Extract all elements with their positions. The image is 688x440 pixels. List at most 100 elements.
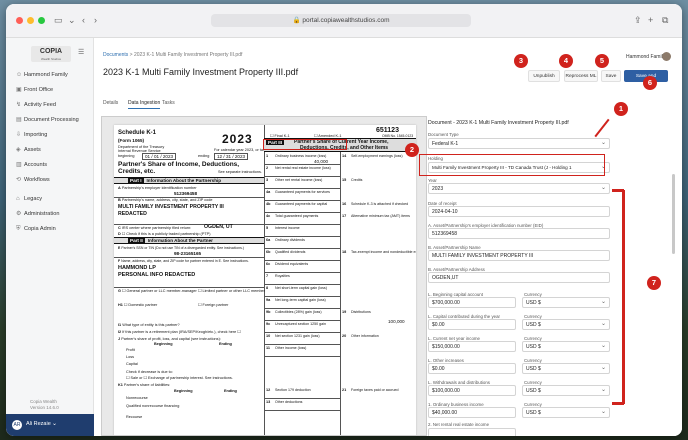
part3-row-number: 16 [342, 202, 347, 206]
users-icon: ☺ [16, 72, 23, 78]
user-name: Ali Rezaie [26, 421, 51, 427]
holding-highlight-box [419, 154, 605, 176]
doc-type-select[interactable]: Federal K-1 [428, 138, 610, 149]
sidebar-item-label: Workflows [24, 177, 50, 183]
year-select[interactable]: 2023 [428, 183, 610, 194]
part3-row-label: Unrecaptured section 1250 gain [275, 322, 326, 326]
page-title: 2023 K-1 Multi Family Investment Propert… [103, 67, 299, 77]
sidebar-item-document-processing[interactable]: ▤ Document Processing [16, 115, 79, 126]
ein-input[interactable]: 512369458 [428, 228, 610, 239]
part3-row-label: Ordinary dividends [275, 238, 305, 242]
j-beginning: Beginning [154, 342, 173, 346]
k1-title-2: Credits, etc. [118, 168, 156, 175]
partnership-redacted: REDACTED [118, 211, 147, 217]
tab-tasks[interactable]: Tasks [162, 100, 175, 106]
part3-row-number: 5 [266, 226, 269, 230]
import-icon: ⇩ [16, 132, 22, 138]
line-d-label: Check if this is a publicly traded partn… [126, 232, 211, 236]
part3-row-number: 2 [266, 166, 269, 170]
j-sale-label: Sale or [130, 376, 143, 380]
sidebar-item-activity-feed[interactable]: ↯ Activity Feed [16, 100, 56, 111]
logo-text: COPIA [39, 48, 63, 55]
part3-row-number: 19 [342, 310, 347, 314]
j-decrease: Check if decrease is due to: [126, 370, 173, 374]
breadcrumb-documents[interactable]: Documents [103, 52, 128, 58]
sidebar-item-copia-admin[interactable]: ⛨ Copia Admin [16, 224, 56, 235]
marker-2: 2 [405, 143, 419, 157]
part3-row-label: Net rental real estate income (loss) [275, 166, 331, 170]
part3-row-label: Dividend equivalents [275, 262, 309, 266]
sidebar-item-front-office[interactable]: ▣ Front Office [16, 85, 53, 96]
line-a-label: Partnership's employer identification nu… [121, 186, 197, 190]
k1-form: (Form 1065) [118, 138, 145, 143]
amount-input[interactable]: $0.00 [428, 363, 516, 374]
unpublish-button[interactable]: Unpublish [528, 70, 560, 82]
partnership-name-input[interactable]: MULTI FAMILY INVESTMENT PROPERTY III [428, 250, 610, 261]
forward-icon[interactable]: › [94, 15, 97, 25]
save-button[interactable]: Save [601, 70, 621, 82]
amount-input[interactable]: $150,000.00 [428, 341, 516, 352]
avatar[interactable] [662, 52, 671, 61]
part3-row-number: 18 [342, 250, 347, 254]
tab-data-ingestion[interactable]: Data Ingestion [128, 100, 161, 109]
part3-row-number: 3 [266, 178, 269, 182]
sidebar-item-label: Hammond Family [24, 72, 68, 78]
currency-select[interactable]: USD $ [522, 407, 610, 418]
reprocess-ml-button[interactable]: Reprocess ML [564, 70, 598, 82]
part3-row-label: Net short-term capital gain (loss) [275, 286, 327, 290]
part3-row-label: Net section 1231 gain (loss) [275, 334, 320, 338]
currency-select[interactable]: USD $ [522, 385, 610, 396]
sidebar-item-label: Administration [24, 211, 60, 217]
sidebar-item-legacy[interactable]: ⌂ Legacy [16, 194, 42, 205]
amount-input[interactable]: $700,000.00 [428, 297, 516, 308]
tabs-overview-icon[interactable]: ⧉ [662, 15, 668, 25]
line-i2: I2 If this partner is a retirement plan … [118, 330, 241, 334]
date-input[interactable]: 2024-04-10 [428, 206, 610, 217]
user-menu[interactable]: AR Ali Rezaie ⌄ [6, 414, 94, 436]
line-h2-label: Foreign partner [202, 303, 229, 307]
sidebar-item-administration[interactable]: ⚙ Administration [16, 209, 59, 220]
sidebar-item-importing[interactable]: ⇩ Importing [16, 130, 47, 141]
sidebar-item-workflows[interactable]: ⟲ Workflows [16, 175, 50, 186]
sidebar-item-label: Activity Feed [24, 102, 57, 108]
k-nonrecourse: Nonrecourse [126, 396, 148, 400]
sidebar-item-hammond-family[interactable]: ☺ Hammond Family [16, 70, 68, 81]
address-bar[interactable]: 🔒 portal.copiawealthstudios.com [211, 14, 471, 27]
currency-select[interactable]: USD $ [522, 341, 610, 352]
menu-icon[interactable]: ☰ [78, 48, 84, 58]
part3-row-value: 100,000 [388, 319, 405, 324]
currency-select[interactable]: USD $ [522, 297, 610, 308]
amount-input[interactable]: $0.00 [428, 319, 516, 330]
part3-row-label: Collectibles (28%) gain (loss) [275, 310, 322, 314]
close-window-button[interactable] [16, 17, 23, 24]
sidebar-item-assets[interactable]: ◈ Assets [16, 145, 41, 156]
pdf-viewer[interactable]: Schedule K-1 (Form 1065) Department of t… [101, 116, 427, 436]
part1-title: Information About the Partnership [146, 178, 222, 183]
currency-select[interactable]: USD $ [522, 363, 610, 374]
share-icon[interactable]: ⇪ [634, 15, 642, 25]
zoom-window-button[interactable] [38, 17, 45, 24]
sidebar-item-accounts[interactable]: ▥ Accounts [16, 160, 47, 171]
tab-details[interactable]: Details [103, 100, 118, 106]
line-b-label: Partnership's name, address, city, state… [121, 198, 213, 202]
net-rental-input[interactable] [428, 428, 516, 436]
sidebar-toggle-icon[interactable]: ▭ [54, 15, 63, 25]
assets-icon: ◈ [16, 147, 21, 153]
part3-row-number: 17 [342, 214, 347, 218]
new-tab-icon[interactable]: + [648, 15, 653, 25]
part3-row-number: 13 [266, 400, 271, 404]
partnership-address-input[interactable]: OGDEN,UT [428, 272, 610, 283]
copia-logo[interactable]: COPIA Wealth Studios [31, 46, 71, 62]
amount-input[interactable]: $40,000.00 [428, 407, 516, 418]
currency-select[interactable]: USD $ [522, 319, 610, 330]
minimize-window-button[interactable] [27, 17, 34, 24]
back-icon[interactable]: ‹ [82, 15, 85, 25]
line-i1-label: What type of entity is this partner? [122, 323, 180, 327]
scrollbar[interactable] [672, 174, 675, 254]
chevron-down-icon: ⌄ [52, 421, 58, 427]
k1-beginning-label: beginning [118, 154, 135, 158]
part3-row-number: 9b [266, 310, 271, 314]
part3-row-number: 12 [266, 388, 271, 392]
amount-input[interactable]: $100,000.00 [428, 385, 516, 396]
chevron-down-icon[interactable]: ⌄ [68, 15, 76, 25]
